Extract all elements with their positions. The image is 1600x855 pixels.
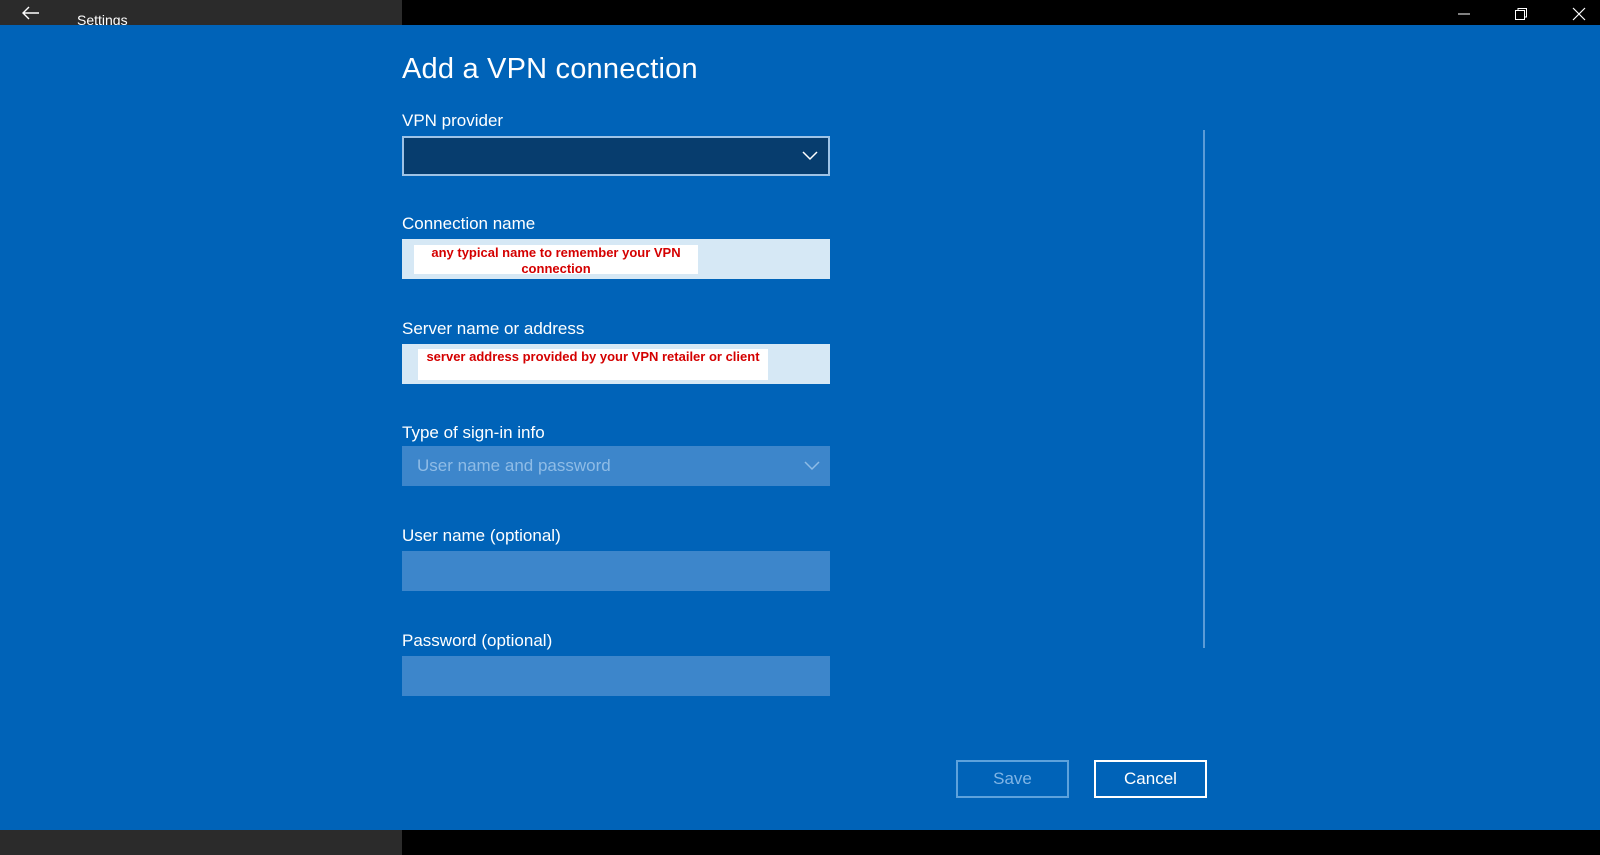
- sign-in-type-label: Type of sign-in info: [402, 423, 545, 442]
- bottom-strip-right: [402, 830, 1600, 855]
- connection-name-input[interactable]: any typical name to remember your VPN co…: [402, 239, 830, 279]
- sign-in-type-value: User name and password: [417, 456, 611, 475]
- vpn-provider-select[interactable]: [402, 136, 830, 176]
- username-label: User name (optional): [402, 526, 561, 545]
- connection-name-label: Connection name: [402, 214, 536, 233]
- vpn-provider-label: VPN provider: [402, 111, 504, 130]
- vpn-dialog: Add a VPN connection VPN provider Connec…: [0, 25, 1600, 830]
- password-label: Password (optional): [402, 631, 553, 650]
- back-arrow-icon[interactable]: [22, 6, 40, 20]
- title-bar-controls: [402, 0, 1600, 25]
- sign-in-type-select[interactable]: User name and password: [402, 446, 830, 486]
- scrollbar[interactable]: [1203, 130, 1205, 648]
- title-bar: Settings: [0, 0, 402, 28]
- restore-icon[interactable]: [1514, 7, 1528, 21]
- cancel-button[interactable]: Cancel: [1094, 760, 1207, 798]
- save-button[interactable]: Save: [956, 760, 1069, 798]
- username-input[interactable]: [402, 551, 830, 591]
- server-address-input[interactable]: server address provided by your VPN reta…: [402, 344, 830, 384]
- minimize-icon[interactable]: [1457, 7, 1471, 21]
- dialog-heading: Add a VPN connection: [402, 53, 698, 85]
- server-address-label: Server name or address: [402, 319, 585, 338]
- connection-name-annotation: any typical name to remember your VPN co…: [414, 245, 698, 276]
- password-input[interactable]: [402, 656, 830, 696]
- close-icon[interactable]: [1572, 7, 1586, 21]
- server-address-annotation: server address provided by your VPN reta…: [418, 349, 768, 380]
- chevron-down-icon: [804, 461, 820, 471]
- chevron-down-icon: [802, 151, 818, 161]
- bottom-strip-left: [0, 830, 402, 855]
